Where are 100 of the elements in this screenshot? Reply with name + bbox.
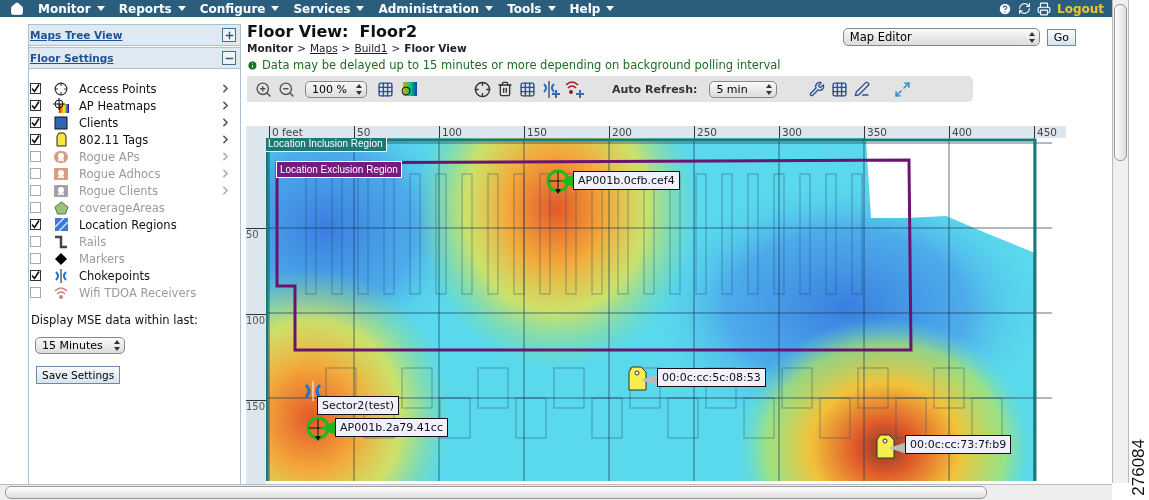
collapse-button[interactable]	[222, 51, 236, 65]
layer-label: coverageAreas	[79, 200, 166, 215]
layer-label: Rogue Clients	[79, 183, 160, 198]
mse-data-label: Display MSE data within last:	[31, 313, 199, 327]
breadcrumb-separator: >	[297, 42, 306, 54]
print-icon[interactable]	[1037, 1, 1051, 16]
layer-label: Rogue APs	[79, 149, 141, 164]
menu-item[interactable]: Administration	[378, 1, 494, 16]
position-grid-icon[interactable]	[519, 80, 536, 98]
breadcrumb-link[interactable]: Maps	[309, 42, 338, 54]
caret-icon	[271, 6, 280, 11]
expand-button[interactable]	[222, 28, 236, 42]
access-point-icon	[306, 416, 336, 442]
caret-icon	[606, 6, 615, 11]
stepper-arrows-icon	[1028, 31, 1035, 43]
striped-square-icon	[54, 218, 68, 231]
grid-icon[interactable]	[377, 80, 394, 98]
vertical-scrollbar[interactable]	[1112, 0, 1129, 483]
figure-number: 276084	[1129, 439, 1149, 496]
skull-icon	[53, 166, 69, 181]
tag-marker-icon	[874, 432, 908, 460]
stepper-arrows-icon	[114, 340, 120, 351]
ruler-label: 50	[246, 228, 266, 314]
grid-edit-icon[interactable]	[854, 81, 871, 97]
heatmap-icon	[53, 98, 69, 113]
page-title: Floor View: Floor2	[247, 22, 419, 41]
marker-label: AP001b.0cfb.cef4	[573, 171, 680, 190]
layer-label: AP Heatmaps	[79, 98, 158, 113]
zoom-select[interactable]: 100 %	[305, 80, 367, 98]
breadcrumb-separator: >	[391, 42, 401, 54]
layer-label: 802.11 Tags	[79, 132, 150, 147]
delete-access-point-icon[interactable]	[497, 81, 513, 97]
page-path-text: Monitor	[247, 42, 294, 54]
logout-link[interactable]: Logout	[1057, 1, 1104, 16]
rail-icon	[54, 234, 68, 249]
checkbox[interactable]	[30, 219, 41, 230]
go-button[interactable]: Go	[1046, 28, 1076, 46]
checkbox[interactable]	[30, 100, 41, 111]
add-access-point-icon[interactable]	[474, 80, 491, 98]
menu-item[interactable]: Configure	[199, 1, 280, 16]
diamond-icon	[55, 252, 67, 265]
zoom-out-icon[interactable]	[278, 80, 295, 98]
chokepoint-marker-icon	[303, 381, 323, 401]
wrench-icon[interactable]	[809, 81, 826, 97]
menu-item[interactable]: Monitor	[38, 1, 105, 16]
chokepoint-icon	[54, 268, 68, 283]
minutes-select[interactable]: 15 Minutes	[35, 337, 125, 354]
ruler-label: 100	[246, 314, 266, 400]
marker-label: Sector2(test)	[317, 396, 400, 415]
pentagon-icon	[53, 200, 69, 215]
auto-refresh-select[interactable]: 5 min	[709, 80, 778, 98]
breadcrumb-separator: >	[341, 42, 351, 54]
menu-item[interactable]: Services	[293, 1, 365, 16]
save-settings-button[interactable]: Save Settings	[36, 366, 121, 384]
refresh-icon[interactable]	[1018, 2, 1031, 15]
marker-label: 00:0c:cc:5c:08:53	[657, 368, 766, 387]
help-icon[interactable]	[998, 1, 1012, 16]
home-icon[interactable]	[10, 1, 24, 16]
region-label: Location Inclusion Region	[266, 138, 387, 152]
grid-tool-icon[interactable]	[831, 80, 849, 98]
fullscreen-icon[interactable]	[894, 80, 912, 98]
checkbox[interactable]	[30, 117, 41, 128]
layer-label: Access Points	[79, 81, 158, 96]
region-label: Location Exclusion Region	[276, 161, 402, 178]
crosshair-icon	[54, 81, 68, 96]
layer-label: Chokepoints	[79, 268, 151, 283]
checkbox[interactable]	[30, 134, 41, 145]
caret-icon	[485, 6, 494, 11]
caret-icon	[547, 6, 556, 11]
skull-icon	[53, 149, 69, 164]
wifi-signal-icon	[54, 285, 68, 300]
horizontal-scrollbar[interactable]	[0, 484, 1112, 500]
skull-icon	[53, 183, 69, 198]
marker-label: 00:0c:cc:73:7f:b9	[905, 435, 1012, 454]
access-point-icon	[546, 169, 576, 195]
caret-icon	[356, 6, 365, 11]
caret-icon	[96, 6, 105, 11]
add-receiver-icon[interactable]	[566, 80, 584, 98]
plus-icon	[223, 29, 235, 41]
stepper-arrows-icon	[766, 83, 773, 95]
page-path-text: Floor View	[404, 42, 467, 54]
checkbox[interactable]	[30, 83, 41, 94]
maps-tree-view-link[interactable]: Maps Tree View	[30, 29, 123, 41]
menu-item[interactable]: Tools	[507, 1, 556, 16]
caret-icon	[177, 6, 186, 11]
layer-label: Wifi TDOA Receivers	[79, 285, 198, 300]
floor-settings-link[interactable]: Floor Settings	[30, 52, 114, 64]
add-chokepoint-icon[interactable]	[542, 80, 560, 98]
auto-refresh-label: Auto Refresh:	[612, 82, 698, 96]
breadcrumb-link[interactable]: Build1	[354, 42, 388, 54]
checkbox[interactable]	[30, 270, 41, 281]
action-select[interactable]: Map Editor	[842, 28, 1040, 46]
layer-label: Rails	[79, 234, 108, 249]
layer-label: Location Regions	[79, 217, 178, 232]
heatmap-legend-icon[interactable]	[400, 81, 418, 97]
zoom-in-icon[interactable]	[255, 80, 272, 98]
square-icon	[54, 115, 68, 130]
menu-item[interactable]: Reports	[118, 1, 186, 16]
menu-item[interactable]: Help	[569, 1, 615, 16]
marker-label: AP001b.2a79.41cc	[335, 418, 448, 437]
